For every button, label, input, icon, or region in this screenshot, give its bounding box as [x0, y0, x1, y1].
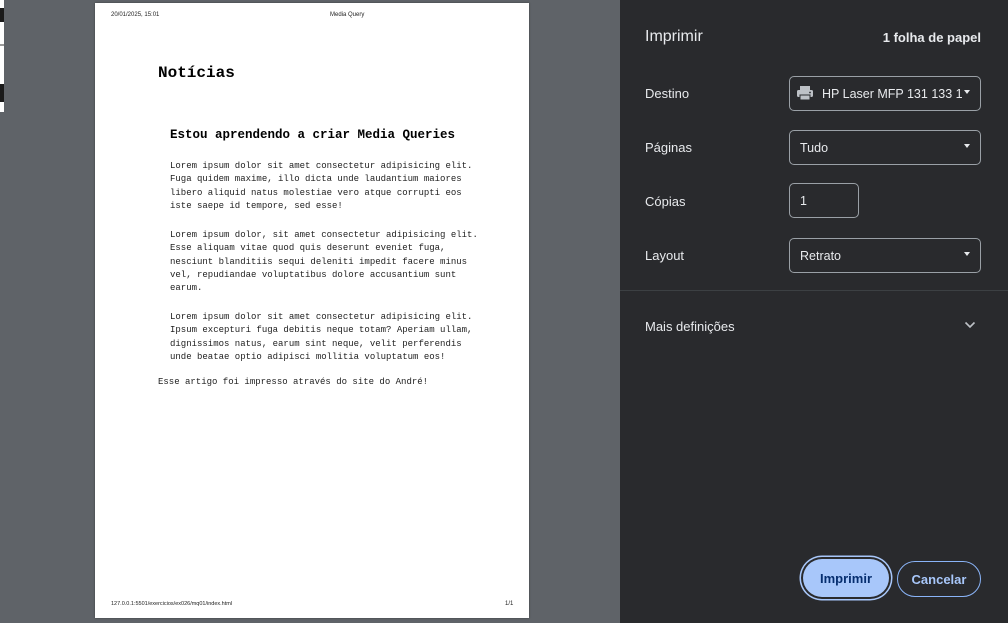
page-header-date: 20/01/2025, 15:01 — [111, 12, 160, 18]
document-subheading: Estou aprendendo a criar Media Queries — [170, 128, 456, 142]
document-footer-text: Esse artigo foi impresso através do site… — [158, 377, 429, 387]
sheet-count: 1 folha de papel — [882, 30, 981, 45]
preview-page: 20/01/2025, 15:01 Media Query Notícias E… — [95, 3, 529, 618]
cancel-button[interactable]: Cancelar — [897, 561, 981, 597]
dropdown-caret-icon — [964, 252, 970, 256]
document-paragraph: Lorem ipsum dolor, sit amet consectetur … — [170, 230, 478, 294]
page-header-title: Media Query — [330, 12, 365, 18]
chevron-down-icon — [964, 321, 976, 329]
print-settings-panel: Imprimir 1 folha de papel Destino HP Las… — [620, 0, 1008, 623]
print-button[interactable]: Imprimir — [803, 559, 889, 597]
dropdown-caret-icon — [964, 144, 970, 148]
page-footer-number: 1/1 — [505, 601, 514, 607]
document-paragraph: Lorem ipsum dolor sit amet consectetur a… — [170, 161, 473, 211]
more-settings-toggle[interactable]: Mais definições — [620, 310, 1008, 344]
print-preview-area[interactable]: 20/01/2025, 15:01 Media Query Notícias E… — [4, 0, 620, 623]
document-heading: Notícias — [158, 64, 235, 82]
divider — [620, 290, 1008, 291]
pages-select[interactable]: Tudo — [789, 130, 981, 165]
copies-label: Cópias — [645, 194, 686, 209]
layout-label: Layout — [645, 248, 685, 263]
destination-value: HP Laser MFP 131 133 1 — [822, 87, 963, 101]
panel-title: Imprimir — [645, 28, 703, 45]
pages-label: Páginas — [645, 140, 692, 155]
dropdown-caret-icon — [964, 90, 970, 94]
copies-input[interactable]: 1 — [789, 183, 859, 218]
printer-icon — [797, 86, 813, 101]
destination-select[interactable]: HP Laser MFP 131 133 1 — [789, 76, 981, 111]
destination-label: Destino — [645, 86, 690, 101]
page-footer-url: 127.0.0.1:5501/exercicios/ex026/mq01/ind… — [111, 601, 233, 607]
layout-select[interactable]: Retrato — [789, 238, 981, 273]
more-settings-label: Mais definições — [645, 319, 735, 334]
copies-value: 1 — [800, 194, 807, 208]
layout-value: Retrato — [800, 249, 841, 263]
pages-value: Tudo — [800, 141, 829, 155]
document-paragraph: Lorem ipsum dolor sit amet consectetur a… — [170, 312, 473, 362]
